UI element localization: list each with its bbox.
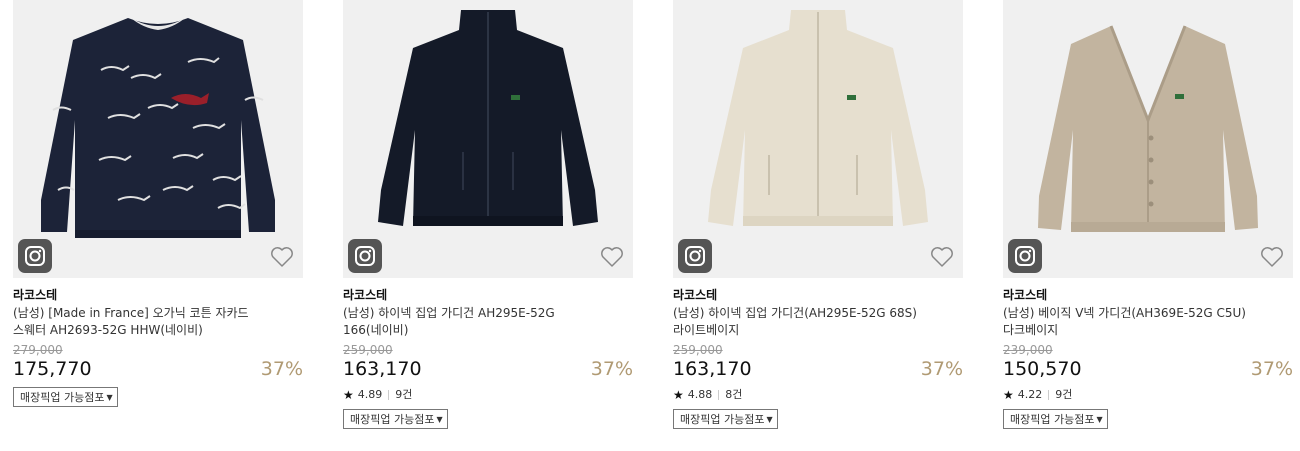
sale-price: 175,770 xyxy=(13,358,92,380)
star-icon: ★ xyxy=(673,388,684,402)
instagram-icon[interactable] xyxy=(18,239,52,273)
product-image[interactable] xyxy=(13,0,303,278)
divider xyxy=(388,390,390,400)
store-pickup-button[interactable]: 매장픽업 가능점포 ▼ xyxy=(673,409,778,429)
divider xyxy=(718,390,720,400)
original-price: 259,000 xyxy=(343,343,393,357)
product-name[interactable]: (남성) [Made in France] 오가닉 코튼 자카드스웨터 AH26… xyxy=(13,305,303,339)
star-icon: ★ xyxy=(343,388,354,402)
product-card[interactable]: 라코스테 (남성) [Made in France] 오가닉 코튼 자카드스웨터… xyxy=(13,0,303,407)
store-pickup-button[interactable]: 매장픽업 가능점포 ▼ xyxy=(13,387,118,407)
pickup-label: 매장픽업 가능점포 xyxy=(350,413,435,426)
cardigan-image xyxy=(708,10,928,226)
discount-rate: 37% xyxy=(590,358,633,380)
original-price: 279,000 xyxy=(13,343,63,357)
product-card[interactable]: 라코스테 (남성) 베이직 V넥 가디건(AH369E-52G C5U) 다크베이… xyxy=(1003,0,1293,429)
review-count[interactable]: 9건 xyxy=(1055,387,1072,403)
product-name-line: 스웨터 AH2693-52G HHW(네이비) xyxy=(13,323,203,337)
product-name-line: 166(네이비) xyxy=(343,323,409,337)
store-pickup-button[interactable]: 매장픽업 가능점포 ▼ xyxy=(1003,409,1108,429)
original-price: 259,000 xyxy=(673,343,723,357)
sale-price: 150,570 xyxy=(1003,358,1082,380)
cardigan-image xyxy=(378,10,598,226)
review-count[interactable]: 8건 xyxy=(725,387,742,403)
rating-summary: ★ 4.88 8건 xyxy=(673,387,963,403)
pickup-label: 매장픽업 가능점포 xyxy=(1010,413,1095,426)
product-name[interactable]: (남성) 베이직 V넥 가디건(AH369E-52G C5U) 다크베이지 xyxy=(1003,305,1293,339)
triangle-down-icon: ▼ xyxy=(436,414,443,424)
brand-name: 라코스테 xyxy=(13,288,58,302)
heart-icon[interactable] xyxy=(269,244,295,270)
product-image[interactable] xyxy=(343,0,633,278)
brand-name: 라코스테 xyxy=(343,288,388,302)
product-name[interactable]: (남성) 하이넥 집업 가디건(AH295E-52G 68S) 라이트베이지 xyxy=(673,305,963,339)
product-name-line: (남성) 하이넥 집업 가디건(AH295E-52G 68S) xyxy=(673,306,917,320)
discount-rate: 37% xyxy=(920,358,963,380)
pickup-label: 매장픽업 가능점포 xyxy=(20,391,105,404)
product-image[interactable] xyxy=(1003,0,1293,278)
heart-icon[interactable] xyxy=(929,244,955,270)
heart-icon[interactable] xyxy=(599,244,625,270)
divider xyxy=(1048,390,1050,400)
star-icon: ★ xyxy=(1003,388,1014,402)
heart-icon[interactable] xyxy=(1259,244,1285,270)
product-card[interactable]: 라코스테 (남성) 하이넥 집업 가디건(AH295E-52G 68S) 라이트베… xyxy=(673,0,963,429)
sale-price: 163,170 xyxy=(673,358,752,380)
triangle-down-icon: ▼ xyxy=(766,414,773,424)
sweater-image xyxy=(41,18,275,238)
cardigan-image xyxy=(1038,25,1258,232)
product-image[interactable] xyxy=(673,0,963,278)
store-pickup-button[interactable]: 매장픽업 가능점포 ▼ xyxy=(343,409,448,429)
sale-price: 163,170 xyxy=(343,358,422,380)
triangle-down-icon: ▼ xyxy=(1096,414,1103,424)
brand-name: 라코스테 xyxy=(1003,288,1048,302)
instagram-icon[interactable] xyxy=(348,239,382,273)
product-name-line: (남성) 베이직 V넥 가디건(AH369E-52G C5U) xyxy=(1003,306,1246,320)
rating-summary: ★ 4.22 9건 xyxy=(1003,387,1293,403)
rating-summary: ★ 4.89 9건 xyxy=(343,387,633,403)
product-name-line: 라이트베이지 xyxy=(673,323,740,337)
original-price: 239,000 xyxy=(1003,343,1053,357)
product-card[interactable]: 라코스테 (남성) 하이넥 집업 가디건 AH295E-52G 166(네이비) … xyxy=(343,0,633,429)
discount-rate: 37% xyxy=(1250,358,1293,380)
rating-score: 4.22 xyxy=(1017,388,1043,401)
rating-score: 4.89 xyxy=(357,388,383,401)
triangle-down-icon: ▼ xyxy=(106,392,113,402)
product-name-line: (남성) [Made in France] 오가닉 코튼 자카드 xyxy=(13,306,249,320)
instagram-icon[interactable] xyxy=(1008,239,1042,273)
discount-rate: 37% xyxy=(260,358,303,380)
product-name-line: (남성) 하이넥 집업 가디건 AH295E-52G xyxy=(343,306,555,320)
product-name-line: 다크베이지 xyxy=(1003,323,1059,337)
brand-name: 라코스테 xyxy=(673,288,718,302)
instagram-icon[interactable] xyxy=(678,239,712,273)
rating-score: 4.88 xyxy=(687,388,713,401)
review-count[interactable]: 9건 xyxy=(395,387,412,403)
pickup-label: 매장픽업 가능점포 xyxy=(680,413,765,426)
product-name[interactable]: (남성) 하이넥 집업 가디건 AH295E-52G 166(네이비) xyxy=(343,305,633,339)
